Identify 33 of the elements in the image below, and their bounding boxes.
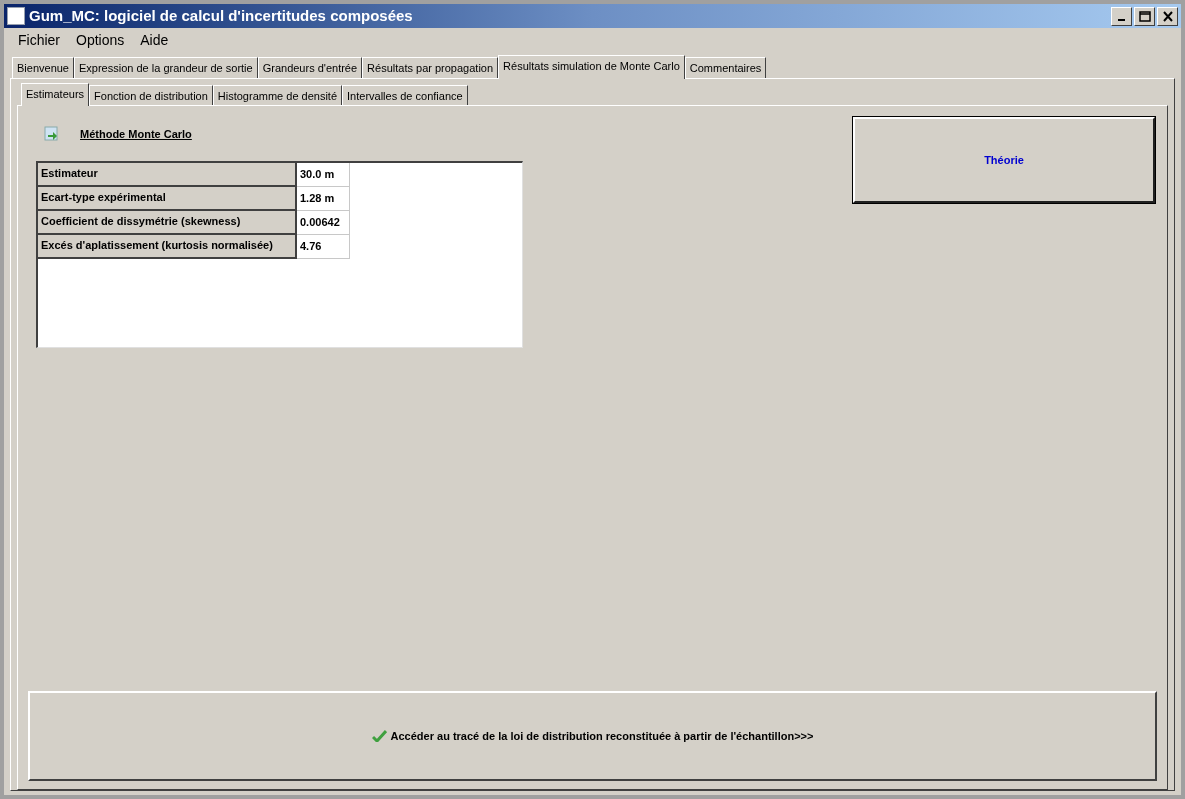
menu-item[interactable]: Fichier [10,29,68,51]
maximize-button[interactable] [1134,6,1155,26]
minimize-button[interactable] [1111,6,1132,26]
minimize-icon [1118,19,1125,21]
section-title: Méthode Monte Carlo [80,127,192,142]
table-cell: 4.76 [297,234,350,259]
table-cell: Ecart-type expérimental [38,186,297,211]
tab[interactable]: Estimateurs [21,82,90,106]
menu-item[interactable]: Aide [132,29,177,51]
window-title: Gum_MC: logiciel de calcul d'incertitudes composées [29,5,413,26]
table-cell: Estimateur [38,162,297,187]
distribution-plot-button[interactable]: Accéder au tracé de la loi de distribution reconstituée à partir de l'échantillon>>> [28,691,1157,781]
tab[interactable]: Expression de la grandeur de sortie [74,57,258,78]
tab[interactable]: Fonction de distribution [89,84,213,105]
close-button[interactable] [1157,6,1178,26]
table-cell: Coefficient de dissymétrie (skewness) [38,210,297,235]
theory-button[interactable]: Théorie [853,117,1155,203]
tab[interactable]: Histogramme de densité [212,84,343,105]
tab[interactable]: Résultats par propagation [362,57,499,78]
table-cell: 1.28 m [297,186,350,211]
table-cell: 0.00642 [297,210,350,235]
checkmark-icon [371,730,387,742]
tab[interactable]: Bienvenue [12,57,74,78]
maximize-icon [1138,10,1151,22]
tab[interactable]: Résultats simulation de Monte Carlo [498,55,685,79]
tab[interactable]: Intervalles de confiance [342,84,468,105]
table-cell: 30.0 m [297,162,350,187]
tab[interactable]: Commentaires [684,57,767,78]
menu-item[interactable]: Options [68,29,133,51]
app-icon [7,7,25,25]
table-cell: Excés d'aplatissement (kurtosis normalisée) [38,234,297,259]
close-icon [1161,10,1174,22]
tab[interactable]: Grandeurs d'entrée [257,57,363,78]
